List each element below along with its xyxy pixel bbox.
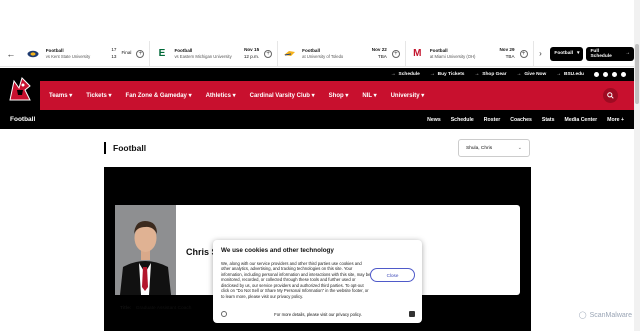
page-title: Football	[104, 142, 146, 154]
arrow-right-icon: →	[625, 51, 631, 56]
chevron-down-icon: ▾	[421, 93, 425, 99]
game-item[interactable]: M Football at Miami University (OH) Nov …	[406, 40, 534, 67]
page-scrollbar[interactable]	[634, 0, 640, 331]
cookie-body: We, along with our service providers and…	[221, 261, 371, 299]
nav-item-varsity-club[interactable]: Cardinal Varsity Club ▾	[250, 92, 315, 99]
game-opponent: at University of Toledo	[302, 53, 344, 59]
arrow-left-icon[interactable]: ←	[0, 49, 22, 59]
utility-bar: → Schedule → Buy Tickets → Shop Gear → Give …	[0, 68, 634, 81]
scrollbar-thumb[interactable]	[635, 44, 639, 104]
search-button[interactable]	[603, 88, 618, 103]
utility-link-bsu[interactable]: → BSU.edu	[556, 72, 584, 77]
chevron-down-icon: ▾	[69, 93, 73, 99]
chevron-down-icon: ▾	[345, 93, 349, 99]
cookie-close-button[interactable]: Close	[370, 268, 415, 282]
game-time: TBA	[505, 53, 515, 59]
shield-icon: ◯	[578, 312, 587, 319]
settings-icon[interactable]	[221, 311, 227, 317]
chevron-down-icon: ▾	[577, 51, 580, 56]
opponent-logo-icon	[283, 47, 296, 60]
opponent-logo-icon: E	[158, 48, 166, 59]
game-opponent: vs Eastern Michigan University	[174, 53, 232, 59]
sport-name[interactable]: Football	[10, 116, 427, 123]
utility-link-give[interactable]: → Give Now	[517, 72, 547, 77]
arrow-right-icon: →	[556, 72, 561, 77]
subnav-roster[interactable]: Roster	[484, 117, 500, 123]
chevron-down-icon: ⌄	[517, 145, 522, 151]
chevron-down-icon: ▾	[373, 93, 377, 99]
chevron-right-icon[interactable]: ›	[534, 49, 548, 58]
title-value: Graduate Assistant Coach	[135, 306, 192, 311]
utility-link-schedule[interactable]: → Schedule	[391, 72, 420, 77]
sport-sub-nav: Football News Schedule Roster Coaches St…	[0, 110, 634, 129]
subnav-stats[interactable]: Stats	[542, 117, 555, 123]
youtube-icon[interactable]	[621, 72, 626, 77]
opponent-logo-icon	[27, 47, 40, 60]
nav-item-university[interactable]: University ▾	[391, 92, 425, 99]
chevron-down-icon: ▾	[188, 93, 192, 99]
scoreboard-strip: ← Football vs Kent State University 17 1…	[0, 40, 635, 67]
game-score: 17	[111, 46, 117, 52]
watermark: ◯ ScanMalware	[578, 311, 632, 320]
coach-photo	[115, 205, 176, 295]
arrow-right-icon: →	[474, 72, 480, 77]
instagram-icon[interactable]	[612, 72, 617, 77]
chevron-down-icon: ▾	[108, 93, 112, 99]
sport-select-label: Football	[554, 51, 574, 56]
main-nav: Teams ▾ Tickets ▾ Fan Zone & Gameday ▾ A…	[40, 81, 634, 110]
nav-item-tickets[interactable]: Tickets ▾	[86, 92, 111, 99]
chevron-down-icon: ▾	[311, 93, 315, 99]
nav-item-teams[interactable]: Teams ▾	[49, 92, 72, 99]
watermark-text: ScanMalware	[589, 311, 632, 319]
utility-link-tickets[interactable]: → Buy Tickets	[430, 72, 465, 77]
subnav-news[interactable]: News	[427, 117, 441, 123]
utility-link-shop[interactable]: → Shop Gear	[474, 72, 506, 77]
cookie-heading: We use cookies and other technology	[221, 247, 334, 254]
game-status: Final	[121, 50, 132, 56]
chevron-down-icon: ▾	[232, 93, 236, 99]
fingerprint-icon	[408, 311, 415, 317]
nav-item-nil[interactable]: NIL ▾	[362, 92, 376, 99]
plus-icon[interactable]: +	[519, 49, 528, 58]
plus-icon[interactable]: +	[264, 49, 273, 58]
nav-item-athletics[interactable]: Athletics ▾	[206, 92, 236, 99]
coach-select-value: Shula, Chris	[466, 145, 493, 151]
game-item[interactable]: E Football vs Eastern Michigan Universit…	[150, 40, 279, 67]
cookie-consent-dialog: We use cookies and other technology We, …	[213, 240, 422, 323]
game-time: TBA	[377, 53, 387, 59]
game-item[interactable]: Football at University of Toledo Nov 22 …	[278, 40, 406, 67]
search-icon	[607, 92, 614, 99]
game-opponent: vs Kent State University	[45, 53, 91, 59]
full-schedule-button[interactable]: Full Schedule →	[586, 46, 635, 61]
game-time: 12 p.m.	[243, 53, 260, 59]
coach-select[interactable]: Shula, Chris ⌄	[458, 139, 530, 157]
facebook-icon[interactable]	[603, 72, 608, 77]
opponent-logo-icon: M	[413, 48, 422, 59]
arrow-right-icon: →	[390, 72, 396, 77]
nav-item-shop[interactable]: Shop ▾	[329, 92, 349, 99]
nav-item-fan-zone[interactable]: Fan Zone & Gameday ▾	[126, 92, 192, 99]
plus-icon[interactable]: +	[391, 49, 400, 58]
game-score: 13	[111, 53, 117, 59]
arrow-right-icon: →	[429, 72, 435, 77]
cardinal-logo-icon	[9, 77, 31, 101]
x-icon[interactable]	[594, 72, 599, 77]
social-links	[594, 72, 626, 77]
title-label: Title:	[120, 306, 132, 311]
subnav-more[interactable]: More +	[607, 117, 624, 123]
coach-title-line: Title: Graduate Assistant Coach	[120, 306, 191, 311]
game-opponent: at Miami University (OH)	[429, 53, 476, 59]
subnav-media-center[interactable]: Media Center	[565, 117, 598, 123]
plus-icon[interactable]: +	[136, 49, 145, 58]
privacy-policy-link[interactable]: For more details, please visit our priva…	[274, 312, 362, 317]
subnav-schedule[interactable]: Schedule	[451, 117, 474, 123]
sport-select-button[interactable]: Football ▾	[550, 46, 584, 61]
arrow-right-icon: →	[516, 72, 522, 77]
site-logo[interactable]	[0, 68, 40, 110]
full-schedule-label: Full Schedule	[590, 48, 612, 59]
subnav-coaches[interactable]: Coaches	[510, 117, 532, 123]
game-item[interactable]: Football vs Kent State University 17 13 …	[22, 40, 151, 67]
